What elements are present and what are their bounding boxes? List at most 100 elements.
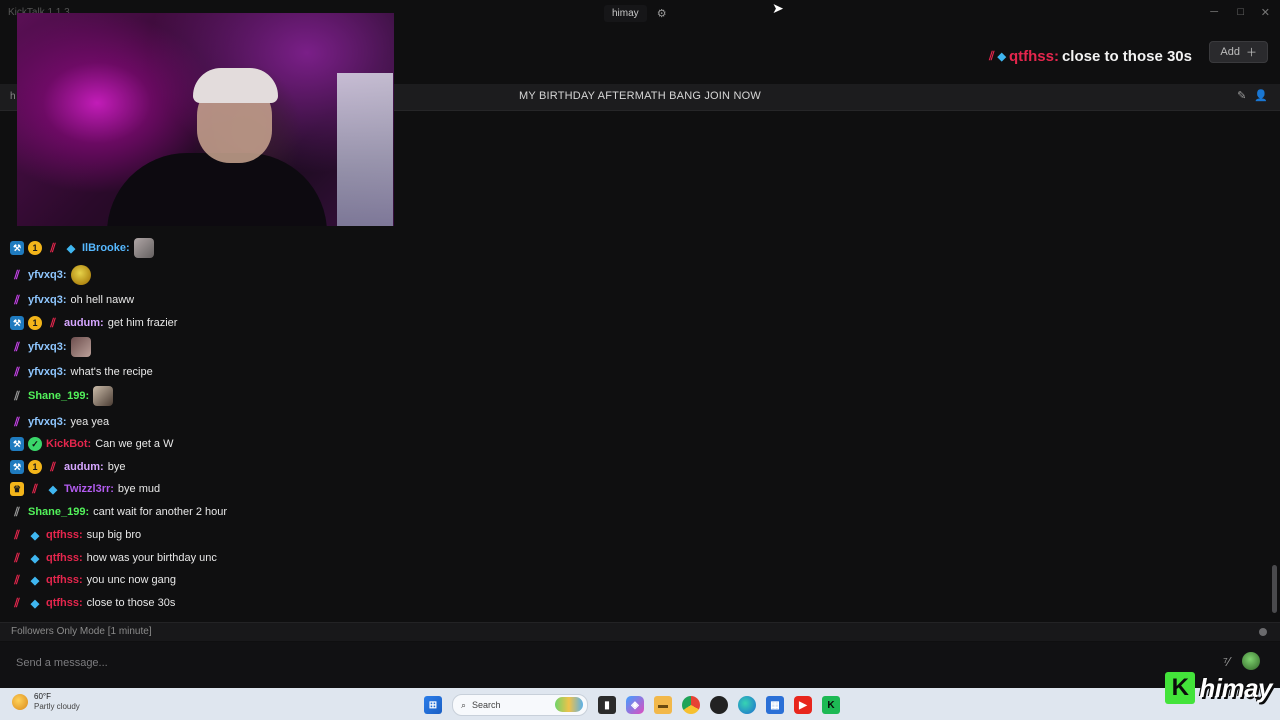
mod-badge-icon[interactable]: ⚒ (10, 241, 24, 255)
chat-username[interactable]: audum: (64, 317, 104, 329)
chat-message[interactable]: ⫽ ◆ qtfhss: sup big bro (10, 525, 141, 545)
chat-username[interactable]: yfvxq3: (28, 341, 67, 353)
youtube-icon[interactable]: ▶ (794, 696, 812, 714)
sword-badge-icon[interactable]: ⫽ (10, 365, 24, 379)
gift-badge-icon[interactable]: ⫽ (46, 316, 60, 330)
chat-username[interactable]: Shane_199: (28, 506, 89, 518)
chat-message[interactable]: ⫽ yfvxq3: what's the recipe (10, 362, 152, 382)
chat-scrollbar[interactable] (1272, 565, 1277, 613)
gem-badge-icon[interactable]: ◆ (28, 528, 42, 542)
chat-username[interactable]: qtfhss: (46, 552, 83, 564)
plus-icon: ＋ (1246, 47, 1257, 59)
chat-message[interactable]: ⫽ ◆ qtfhss: close to those 30s (10, 593, 175, 613)
chat-message[interactable]: ⫽ yfvxq3: yea yea (10, 412, 109, 432)
mod-badge-icon[interactable]: ⚒ (10, 437, 24, 451)
chat-username[interactable]: qtfhss: (46, 574, 83, 586)
gift-badge-icon[interactable]: ⫽ (10, 551, 24, 565)
sword-badge-icon[interactable]: ⫽ (10, 389, 24, 403)
weather-condition: Partly cloudy (34, 702, 80, 711)
gift-badge-icon[interactable]: ⫽ (10, 573, 24, 587)
chat-text: Can we get a W (95, 438, 174, 450)
sword-badge-icon[interactable]: ⫽ (10, 293, 24, 307)
gem-badge-icon[interactable]: ◆ (28, 573, 42, 587)
gem-badge-icon[interactable]: ◆ (28, 596, 42, 610)
minimize-button[interactable]: ─ (1210, 6, 1218, 18)
sword-badge-icon[interactable]: ⫽ (10, 340, 24, 354)
chat-text: how was your birthday unc (86, 552, 217, 564)
sword-badge-icon[interactable]: ⫽ (10, 268, 24, 282)
chat-username[interactable]: Twizzl3rr: (64, 483, 114, 495)
chat-username[interactable]: audum: (64, 461, 104, 473)
chat-username[interactable]: yfvxq3: (28, 294, 67, 306)
chat-message[interactable]: ⫽ yfvxq3: oh hell naww (10, 290, 134, 310)
subscriber-badge-icon[interactable]: 1 (28, 316, 42, 330)
chat-username[interactable]: qtfhss: (46, 529, 83, 541)
chat-message[interactable]: ⚒ ✓ KickBot: Can we get a W (10, 434, 174, 454)
chat-message[interactable]: ⫽ Shane_199: cant wait for another 2 hour (10, 502, 227, 522)
task-view-icon[interactable]: ▮ (598, 696, 616, 714)
user-icon[interactable]: 👤 (1254, 89, 1268, 102)
webcam-person-cap (193, 68, 278, 103)
windows-start-icon[interactable]: ⊞ (424, 696, 442, 714)
gift-badge-icon[interactable]: ⫽ (10, 596, 24, 610)
crown-badge-icon[interactable]: ♛ (10, 482, 24, 496)
close-button[interactable]: ✕ (1261, 6, 1270, 19)
sword-badge-icon[interactable]: ⫽ (10, 505, 24, 519)
file-explorer-icon[interactable]: ▬ (654, 696, 672, 714)
chat-username[interactable]: IlBrooke: (82, 242, 130, 254)
gift-badge-icon[interactable]: ⫽ (10, 528, 24, 542)
gem-badge-icon[interactable]: ◆ (64, 241, 78, 255)
message-input[interactable] (8, 650, 1204, 676)
maximize-button[interactable]: □ (1237, 6, 1244, 18)
emote-picker-icon[interactable] (1242, 652, 1260, 670)
subscriber-badge-icon[interactable]: 1 (28, 241, 42, 255)
info-icon[interactable] (1259, 628, 1267, 636)
chat-username[interactable]: yfvxq3: (28, 366, 67, 378)
gem-badge-icon[interactable]: ◆ (46, 482, 60, 496)
kick-app-icon[interactable]: K (822, 696, 840, 714)
chat-message[interactable]: ⚒ 1 ⫽ ◆ IlBrooke: (10, 238, 154, 258)
gear-icon[interactable]: ⚙ (657, 7, 667, 20)
webcam-overlay (17, 13, 394, 226)
pin-icon[interactable]: ✎ (1237, 89, 1246, 102)
chat-username[interactable]: qtfhss: (46, 597, 83, 609)
chat-message[interactable]: ⫽ Shane_199: (10, 386, 114, 406)
chat-message[interactable]: ⫽ ◆ qtfhss: how was your birthday unc (10, 548, 217, 568)
chrome-icon[interactable] (682, 696, 700, 714)
tab-himay[interactable]: himay (604, 4, 647, 22)
weather-widget[interactable]: 60°F Partly cloudy (12, 692, 80, 711)
chat-username[interactable]: Shane_199: (28, 390, 89, 402)
chat-username[interactable]: KickBot: (46, 438, 91, 450)
pinned-message: ⫽ ◆ qtfhss: close to those 30s (989, 48, 1192, 65)
mod-badge-icon[interactable]: ⚒ (10, 316, 24, 330)
chat-message[interactable]: ⚒ 1 ⫽ audum: bye (10, 457, 125, 477)
chat-message[interactable]: ⫽ ◆ qtfhss: you unc now gang (10, 570, 176, 590)
chat-text: bye (107, 461, 126, 473)
sword-badge-icon[interactable]: ⫽ (10, 415, 24, 429)
chrome-profile-icon[interactable] (710, 696, 728, 714)
chat-message[interactable]: ⫽ yfvxq3: (10, 337, 91, 357)
add-channel-button[interactable]: Add ＋ (1209, 41, 1268, 63)
windows-taskbar: 60°F Partly cloudy ⊞ ⌕ Search ▮ ◈ ▬ ▦ ▶ … (0, 688, 1280, 720)
gift-badge-icon[interactable]: ⫽ (28, 482, 42, 496)
mod-badge-icon[interactable]: ⚒ (10, 460, 24, 474)
gift-badge-icon[interactable]: ⫽ (46, 241, 60, 255)
brooke-photo-emote (133, 238, 154, 258)
chat-username[interactable]: yfvxq3: (28, 416, 67, 428)
chat-text: oh hell naww (70, 294, 135, 306)
taskbar-search[interactable]: ⌕ Search (452, 694, 588, 716)
edge-icon[interactable] (738, 696, 756, 714)
channel-tab[interactable]: himay ⚙ (604, 4, 667, 22)
chat-text: get him frazier (107, 317, 178, 329)
gift-badge-icon[interactable]: ⫽ (46, 460, 60, 474)
subscriber-badge-icon[interactable]: 1 (28, 460, 42, 474)
chat-username[interactable]: yfvxq3: (28, 269, 67, 281)
verified-badge-icon[interactable]: ✓ (28, 437, 42, 451)
store-icon[interactable]: ▦ (766, 696, 784, 714)
copilot-icon[interactable]: ◈ (626, 696, 644, 714)
gem-badge-icon[interactable]: ◆ (28, 551, 42, 565)
chat-message[interactable]: ⫽ yfvxq3: (10, 265, 91, 285)
translate-icon[interactable]: ⁷⁄ (1223, 654, 1230, 669)
chat-message[interactable]: ♛ ⫽ ◆ Twizzl3rr: bye mud (10, 479, 160, 499)
chat-message[interactable]: ⚒ 1 ⫽ audum: get him frazier (10, 313, 177, 333)
